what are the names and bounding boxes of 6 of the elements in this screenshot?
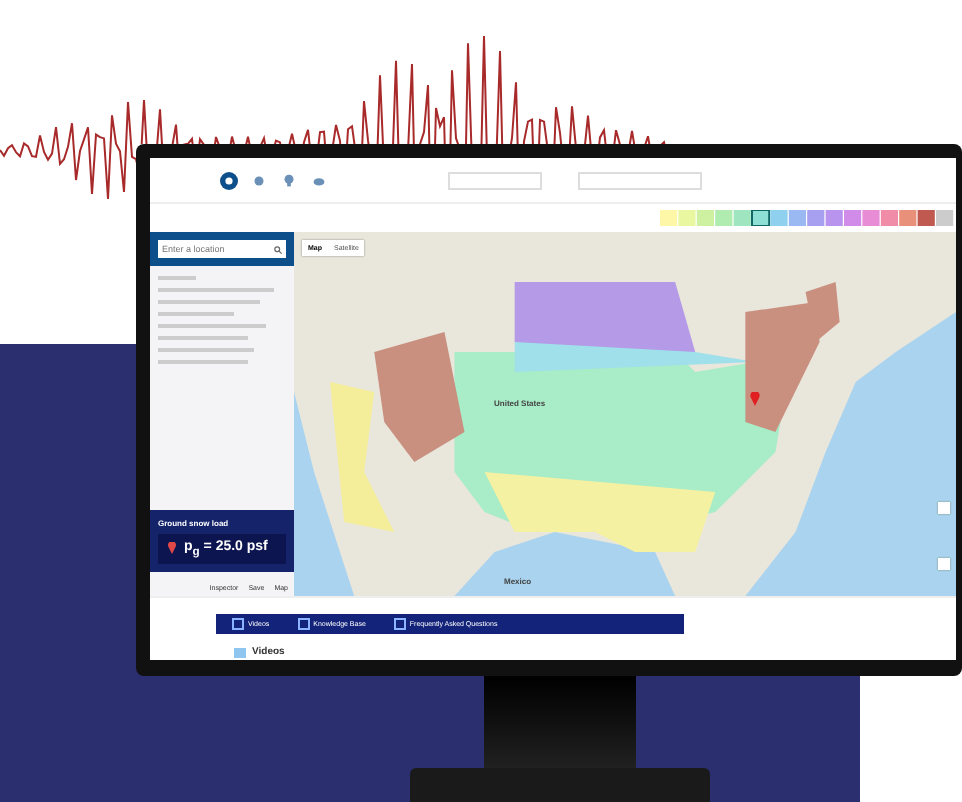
video-icon: [234, 647, 246, 657]
bulb-icon[interactable]: [280, 171, 298, 189]
search-icon: [274, 245, 282, 253]
home-icon[interactable]: [220, 171, 238, 189]
map-pin-icon: [168, 542, 176, 555]
map-pin-icon: [750, 392, 760, 406]
